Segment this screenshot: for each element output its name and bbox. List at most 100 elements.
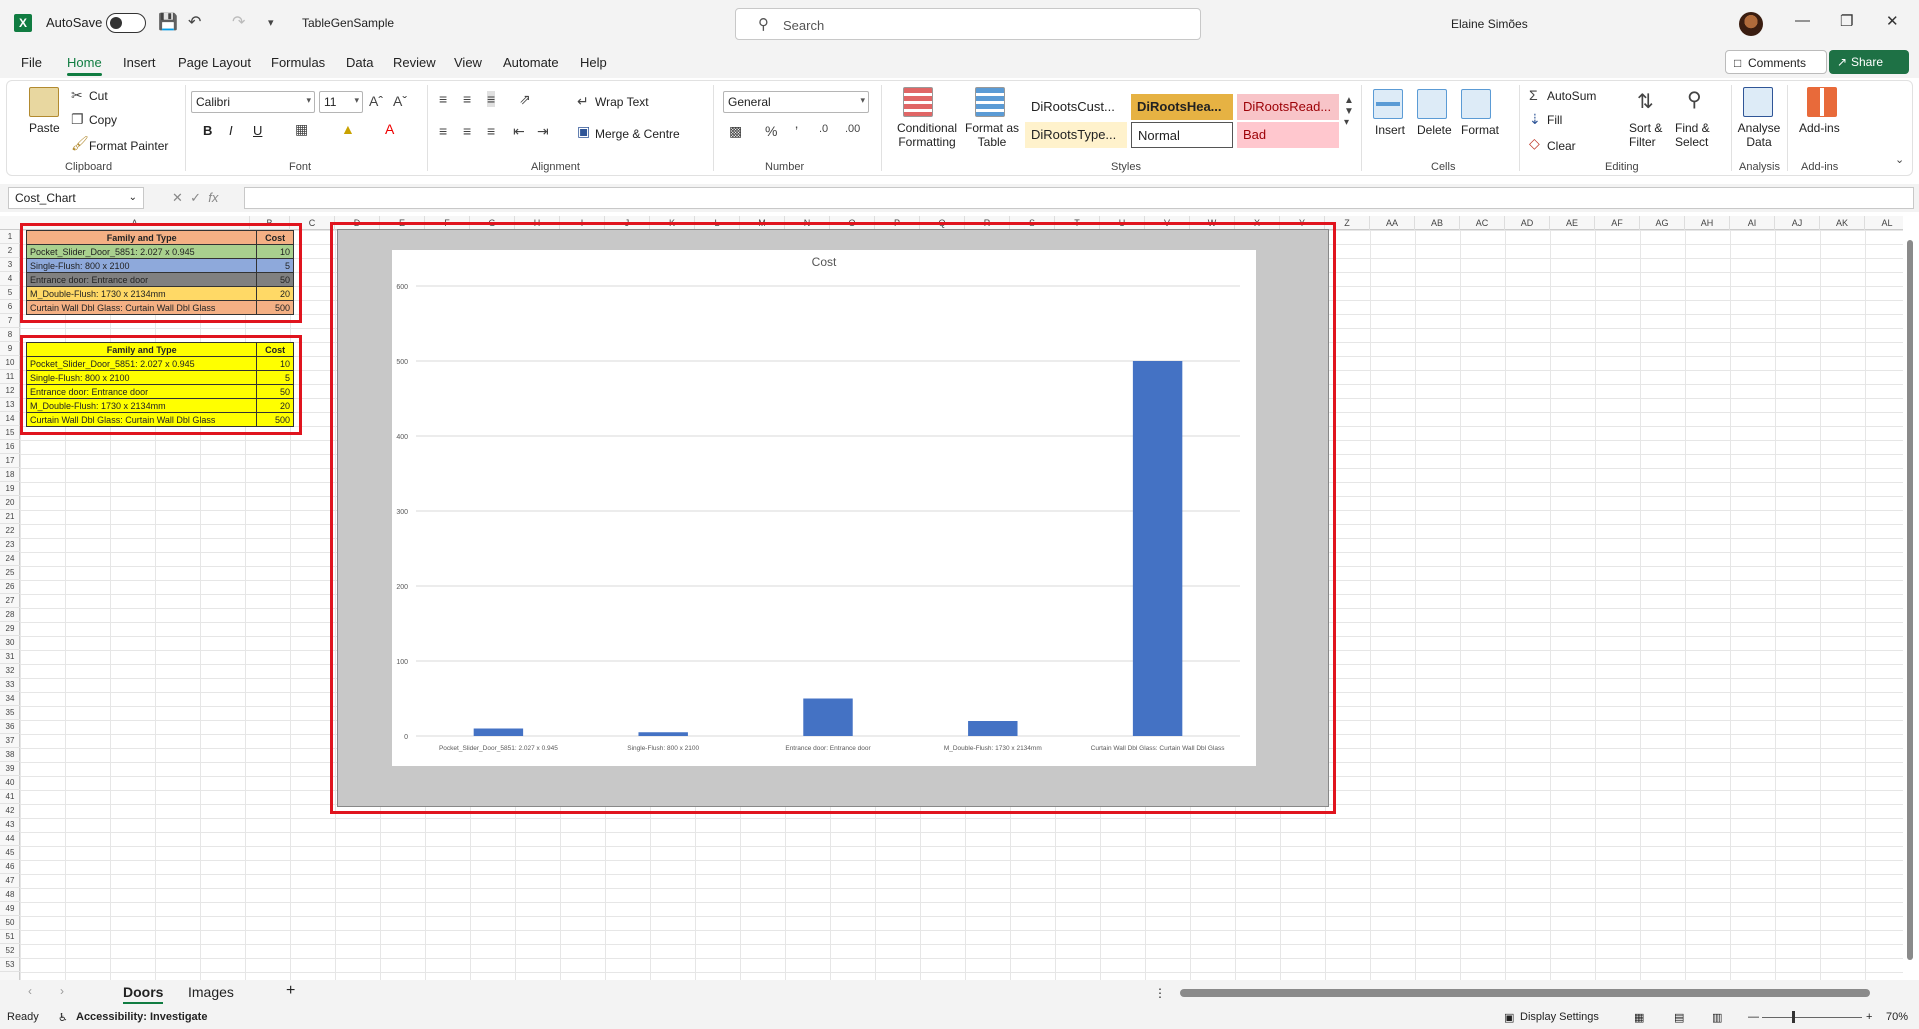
cut-button[interactable]: Cut: [89, 89, 108, 103]
autosum-button[interactable]: AutoSum: [1547, 89, 1596, 103]
addins-button[interactable]: Add-ins: [1799, 121, 1840, 135]
row-header[interactable]: 20: [0, 496, 20, 510]
row-header[interactable]: 48: [0, 888, 20, 902]
zoom-slider-thumb[interactable]: [1792, 1011, 1795, 1023]
comma-style-icon[interactable]: ’: [795, 123, 798, 139]
sort-filter-button[interactable]: Sort & Filter: [1629, 121, 1669, 149]
row-header[interactable]: 28: [0, 608, 20, 622]
copy-icon[interactable]: ❐: [71, 111, 84, 128]
row-header[interactable]: 27: [0, 594, 20, 608]
fill-color-icon[interactable]: ▲: [341, 121, 355, 137]
row-header[interactable]: 49: [0, 902, 20, 916]
more-options-icon[interactable]: ⋮: [1154, 986, 1166, 1000]
column-header[interactable]: AB: [1415, 216, 1460, 230]
decrease-indent-icon[interactable]: ⇤: [513, 123, 525, 140]
row-header[interactable]: 32: [0, 664, 20, 678]
row-header[interactable]: 3: [0, 258, 20, 272]
display-settings[interactable]: Display Settings: [1520, 1011, 1599, 1023]
row-header[interactable]: 22: [0, 524, 20, 538]
row-header[interactable]: 43: [0, 818, 20, 832]
merge-icon[interactable]: ▣: [577, 123, 590, 140]
row-header[interactable]: 30: [0, 636, 20, 650]
paste-icon[interactable]: [29, 87, 59, 117]
tab-formulas[interactable]: Formulas: [271, 55, 325, 70]
cut-icon[interactable]: ✂: [71, 87, 83, 104]
sort-filter-icon[interactable]: ⇅: [1637, 89, 1654, 114]
row-header[interactable]: 39: [0, 762, 20, 776]
search-box[interactable]: ⚲ Search: [735, 8, 1201, 40]
row-header[interactable]: 16: [0, 440, 20, 454]
share-button[interactable]: ↗ Share: [1829, 50, 1909, 74]
sheet-tab-images[interactable]: Images: [188, 984, 234, 1000]
add-sheet-icon[interactable]: +: [286, 982, 295, 1000]
row-header[interactable]: 1: [0, 230, 20, 244]
column-header[interactable]: AJ: [1775, 216, 1820, 230]
zoom-out-icon[interactable]: —: [1748, 1011, 1759, 1023]
percent-icon[interactable]: %: [765, 123, 777, 139]
row-header[interactable]: 7: [0, 314, 20, 328]
format-painter-icon[interactable]: 🖌: [71, 135, 89, 152]
prev-sheet-icon[interactable]: ‹: [28, 984, 32, 998]
row-header[interactable]: 42: [0, 804, 20, 818]
row-header[interactable]: 5: [0, 286, 20, 300]
row-header[interactable]: 12: [0, 384, 20, 398]
row-header[interactable]: 36: [0, 720, 20, 734]
format-painter-button[interactable]: Format Painter: [89, 139, 168, 153]
delete-cells-icon[interactable]: [1417, 89, 1447, 119]
tab-insert[interactable]: Insert: [123, 55, 156, 70]
align-right-icon[interactable]: ≡: [487, 123, 495, 139]
row-header[interactable]: 18: [0, 468, 20, 482]
format-cells-icon[interactable]: [1461, 89, 1491, 119]
row-header[interactable]: 35: [0, 706, 20, 720]
row-header[interactable]: 41: [0, 790, 20, 804]
horizontal-scrollbar[interactable]: [1180, 989, 1870, 997]
column-header[interactable]: AC: [1460, 216, 1505, 230]
row-header[interactable]: 38: [0, 748, 20, 762]
row-header[interactable]: 45: [0, 846, 20, 860]
bold-button[interactable]: B: [203, 123, 212, 138]
redo-icon[interactable]: ↷: [232, 12, 245, 32]
row-header[interactable]: 8: [0, 328, 20, 342]
tab-view[interactable]: View: [454, 55, 482, 70]
column-header[interactable]: AD: [1505, 216, 1550, 230]
formula-input[interactable]: [244, 187, 1914, 209]
row-header[interactable]: 21: [0, 510, 20, 524]
align-left-icon[interactable]: ≡: [439, 123, 447, 139]
tab-automate[interactable]: Automate: [503, 55, 559, 70]
page-layout-view-icon[interactable]: ▤: [1674, 1011, 1684, 1024]
restore-icon[interactable]: ❐: [1840, 12, 1853, 30]
row-header[interactable]: 50: [0, 916, 20, 930]
style-diroots-custom[interactable]: DiRootsCust...: [1025, 94, 1127, 120]
style-diroots-type[interactable]: DiRootsType...: [1025, 122, 1127, 148]
insert-button[interactable]: Insert: [1375, 123, 1405, 137]
wrap-text-button[interactable]: Wrap Text: [595, 95, 649, 109]
autosum-icon[interactable]: Σ: [1529, 87, 1538, 103]
row-header[interactable]: 17: [0, 454, 20, 468]
format-button[interactable]: Format: [1461, 123, 1499, 137]
column-header[interactable]: AK: [1820, 216, 1865, 230]
row-header[interactable]: 15: [0, 426, 20, 440]
row-header[interactable]: 46: [0, 860, 20, 874]
row-header[interactable]: 2: [0, 244, 20, 258]
decrease-decimal-icon[interactable]: .00: [845, 123, 860, 135]
font-name-select[interactable]: Calibri ▾: [191, 91, 315, 113]
italic-button[interactable]: I: [229, 123, 233, 138]
column-header[interactable]: AL: [1865, 216, 1903, 230]
minimize-icon[interactable]: —: [1795, 12, 1810, 29]
orientation-icon[interactable]: ⇗: [519, 91, 531, 108]
undo-icon[interactable]: ↶: [188, 12, 201, 32]
styles-scroll-icon[interactable]: ▲ ▼ ▾: [1344, 95, 1354, 128]
align-top-icon[interactable]: ≡: [439, 91, 447, 107]
fill-icon[interactable]: ⇣: [1529, 111, 1541, 128]
style-diroots-read[interactable]: DiRootsRead...: [1237, 94, 1339, 120]
addins-icon[interactable]: [1807, 87, 1837, 117]
avatar[interactable]: [1739, 12, 1763, 36]
autosave-toggle[interactable]: [106, 13, 146, 33]
align-bottom-icon[interactable]: ≡: [487, 91, 496, 107]
column-header[interactable]: AI: [1730, 216, 1775, 230]
vertical-scrollbar[interactable]: [1905, 232, 1915, 972]
page-break-view-icon[interactable]: ▥: [1712, 1011, 1722, 1024]
conditional-formatting-button[interactable]: Conditional Formatting: [887, 121, 967, 149]
format-as-table-button[interactable]: Format as Table: [963, 121, 1021, 149]
wrap-text-icon[interactable]: ↵: [577, 93, 589, 110]
